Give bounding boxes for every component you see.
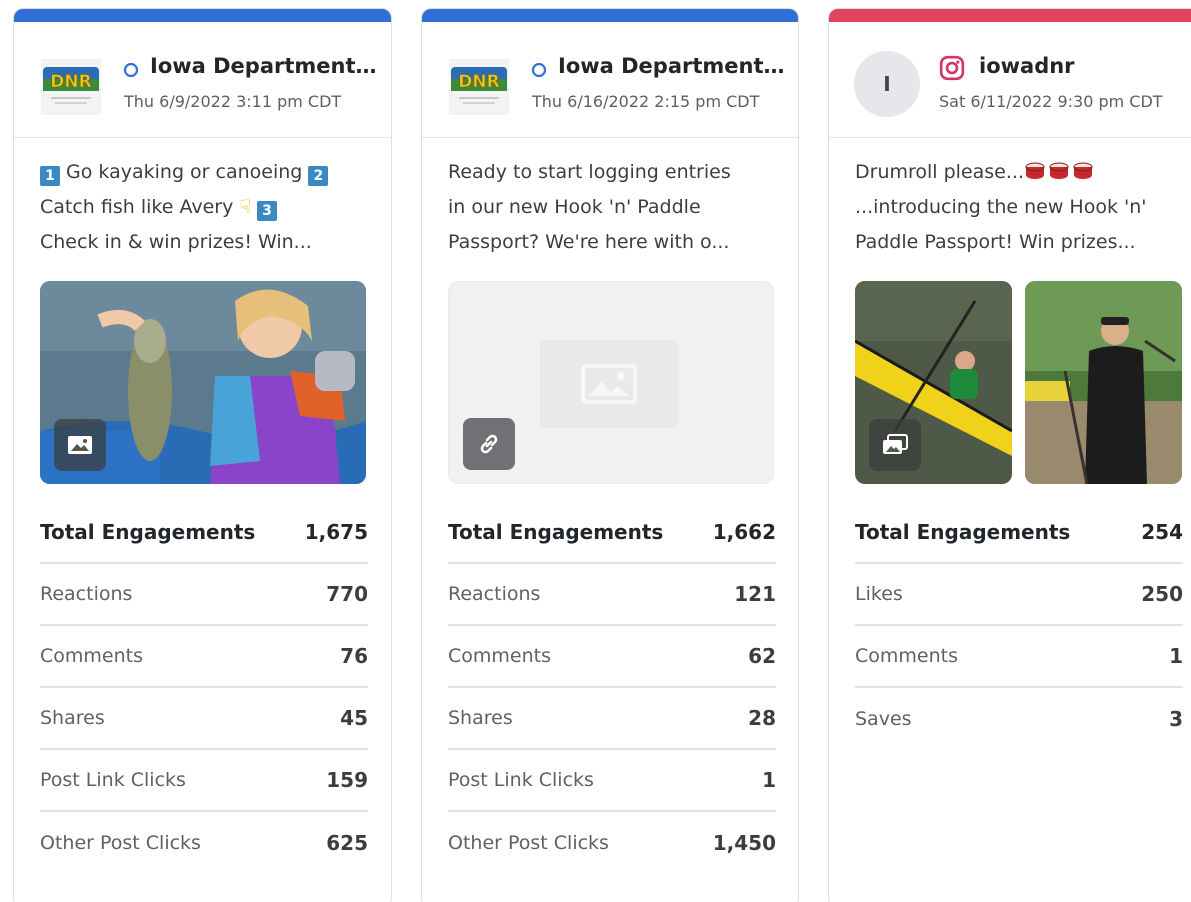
post-media-carousel-1[interactable]: [855, 281, 1012, 484]
stat-reactions: Reactions 121: [448, 564, 776, 626]
point-down-emoji-icon: ☟: [239, 196, 251, 218]
stat-post-link-clicks: Post Link Clicks 1: [448, 750, 776, 812]
avatar: I: [854, 51, 920, 117]
post-card-2[interactable]: DNR Iowa Department of Natural Resources…: [421, 8, 799, 902]
post-card-1[interactable]: DNR Iowa Department of Natural Resources…: [13, 8, 392, 902]
dnr-logo-icon: DNR: [41, 59, 101, 115]
post-date: Thu 6/9/2022 3:11 pm CDT: [124, 92, 342, 111]
link-icon: [463, 418, 515, 470]
network-color-bar: [14, 9, 391, 22]
network-color-bar: [829, 9, 1191, 22]
stat-reactions: Reactions 770: [40, 564, 368, 626]
engagement-stats: Total Engagements 254 Likes 250 Comments…: [855, 502, 1183, 750]
svg-text:DNR: DNR: [50, 72, 91, 92]
svg-text:DNR: DNR: [458, 72, 499, 92]
post-text-line: 1 Go kayaking or canoeing 2: [40, 155, 370, 190]
post-date: Thu 6/16/2022 2:15 pm CDT: [532, 92, 760, 111]
author-name[interactable]: iowadnr: [979, 54, 1191, 78]
instagram-icon: [939, 55, 965, 81]
stat-shares: Shares 28: [448, 688, 776, 750]
author-name[interactable]: Iowa Department of Natural Resources: [558, 54, 788, 78]
carousel-type-icon: [869, 419, 921, 471]
stat-other-post-clicks: Other Post Clicks 625: [40, 831, 368, 855]
dnr-logo-icon: DNR: [449, 59, 509, 115]
post-text-line: Passport? We're here with o...: [448, 231, 730, 253]
image-placeholder-icon: [540, 340, 678, 428]
stat-total-engagements: Total Engagements 254: [855, 502, 1183, 564]
network-color-bar: [422, 9, 798, 22]
stat-comments: Comments 1: [855, 626, 1183, 688]
keycap-1-icon: 1: [40, 166, 60, 186]
post-text-line: Ready to start logging entries: [448, 161, 731, 183]
stat-comments: Comments 76: [40, 626, 368, 688]
stat-total-engagements: Total Engagements 1,675: [40, 502, 368, 564]
post-text-line: Catch fish like Avery ☟ 3: [40, 190, 370, 225]
stat-likes: Likes 250: [855, 564, 1183, 626]
drum-emoji-icon: [1024, 161, 1094, 181]
fisherman-photo: [1025, 281, 1182, 484]
stat-shares: Shares 45: [40, 688, 368, 750]
author-name[interactable]: Iowa Department of Natural Resources: [150, 54, 380, 78]
post-text-line: Check in & win prizes! Win...: [40, 231, 312, 253]
post-media-photo[interactable]: [40, 281, 366, 484]
post-text[interactable]: Ready to start logging entries in our ne…: [448, 155, 778, 260]
post-text-line: ...introducing the new Hook 'n': [855, 196, 1147, 218]
facebook-icon: [532, 63, 546, 77]
post-text-line: in our new Hook 'n' Paddle: [448, 196, 701, 218]
post-media-carousel-2[interactable]: [1025, 281, 1182, 484]
post-text[interactable]: 1 Go kayaking or canoeing 2 Catch fish l…: [40, 155, 370, 260]
image-type-icon: [54, 419, 106, 471]
post-text-line: Paddle Passport! Win prizes...: [855, 231, 1136, 253]
post-card-3[interactable]: I iowadnr Sat 6/11/2022 9:30 pm CDT Drum…: [828, 8, 1191, 902]
post-header: DNR Iowa Department of Natural Resources…: [422, 22, 798, 138]
stat-post-link-clicks: Post Link Clicks 159: [40, 750, 368, 812]
post-header: DNR Iowa Department of Natural Resources…: [14, 22, 391, 138]
post-text[interactable]: Drumroll please... ...introducing the ne…: [855, 155, 1185, 260]
post-media-link-preview[interactable]: [448, 281, 774, 484]
keycap-2-icon: 2: [308, 166, 329, 186]
stat-other-post-clicks: Other Post Clicks 1,450: [448, 831, 776, 855]
stat-saves: Saves 3: [855, 707, 1183, 731]
keycap-3-icon: 3: [257, 201, 277, 221]
post-text-line: Drumroll please...: [855, 155, 1185, 190]
post-header: I iowadnr Sat 6/11/2022 9:30 pm CDT: [829, 22, 1191, 138]
stat-total-engagements: Total Engagements 1,662: [448, 502, 776, 564]
engagement-stats: Total Engagements 1,675 Reactions 770 Co…: [40, 502, 368, 874]
post-date: Sat 6/11/2022 9:30 pm CDT: [939, 92, 1163, 111]
engagement-stats: Total Engagements 1,662 Reactions 121 Co…: [448, 502, 776, 874]
facebook-icon: [124, 63, 138, 77]
stat-comments: Comments 62: [448, 626, 776, 688]
